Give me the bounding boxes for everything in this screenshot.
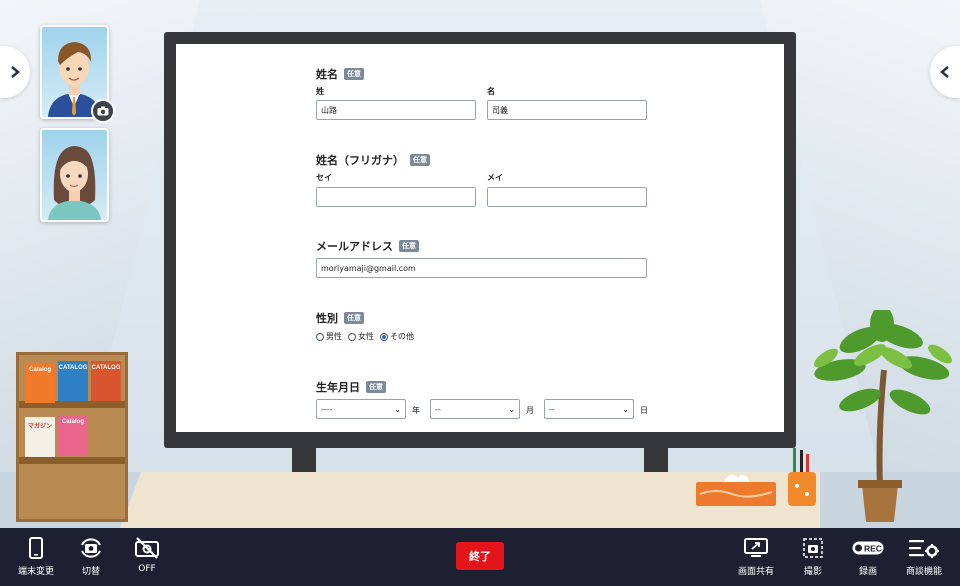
magazine-book: マガジン xyxy=(25,417,55,457)
first-name-kana-input[interactable] xyxy=(487,187,647,207)
bookshelf: Catalog CATALOG CATALOG マガジン Catalog xyxy=(16,352,128,522)
capture-label: 撮影 xyxy=(803,567,822,577)
menu-settings-icon xyxy=(909,536,939,560)
year-unit: 年 xyxy=(412,406,420,415)
switch-label: 切替 xyxy=(81,567,100,577)
screenshot-icon xyxy=(802,536,824,560)
potted-plant-icon xyxy=(814,310,952,522)
camera-switch-icon xyxy=(78,536,104,560)
catalog-book: Catalog xyxy=(58,415,88,455)
first-name-kana-label: メイ xyxy=(487,173,503,182)
day-unit: 日 xyxy=(640,406,648,415)
camera-off-label: OFF xyxy=(138,564,156,574)
monitor-stand-right xyxy=(644,448,668,472)
screen-share-label: 画面共有 xyxy=(738,567,775,577)
optional-badge: 任意 xyxy=(366,381,386,393)
select-value: ---- xyxy=(321,404,333,414)
gender-option-male[interactable]: 男性 xyxy=(316,331,342,342)
record-button[interactable]: REC 録画 xyxy=(852,536,884,577)
select-value: -- xyxy=(435,404,441,414)
name-section-title: 姓名 任意 xyxy=(316,66,364,82)
birth-day-select[interactable]: -- ⌄ xyxy=(544,399,634,419)
kana-title: 姓名（フリガナ） xyxy=(316,154,404,167)
virtual-room: 姓名 任意 姓 名 山路 司義 姓名（フリガナ） 任意 セイ メイ メールアドレ… xyxy=(0,0,960,528)
shared-screen-monitor: 姓名 任意 姓 名 山路 司義 姓名（フリガナ） 任意 セイ メイ メールアドレ… xyxy=(164,32,796,448)
last-name-label: 姓 xyxy=(316,87,324,96)
woman-avatar-icon xyxy=(48,146,101,220)
optional-badge: 任意 xyxy=(344,68,364,80)
camera-switch-button[interactable]: 切替 xyxy=(78,536,104,577)
name-title: 姓名 xyxy=(316,68,338,81)
gender-option-female[interactable]: 女性 xyxy=(348,331,374,342)
smartphone-icon xyxy=(29,536,43,560)
chevron-left-icon xyxy=(940,66,949,78)
end-call-button[interactable]: 終了 xyxy=(456,542,504,570)
last-name-kana-input[interactable] xyxy=(316,187,476,207)
select-value: -- xyxy=(549,404,555,414)
device-change-button[interactable]: 端末変更 xyxy=(18,536,54,577)
meeting-features-label: 商談機能 xyxy=(906,567,943,577)
record-label: 録画 xyxy=(858,567,877,577)
screen-share-icon xyxy=(744,536,768,560)
radio-label: 男性 xyxy=(326,332,342,341)
radio-label: その他 xyxy=(390,332,414,341)
chevron-down-icon: ⌄ xyxy=(622,404,629,414)
gender-title: 性別 xyxy=(316,312,338,325)
month-unit: 月 xyxy=(526,406,534,415)
optional-badge: 任意 xyxy=(410,154,430,166)
catalog-book: Catalog xyxy=(25,363,55,403)
catalog-book: CATALOG xyxy=(91,361,121,401)
first-name-input[interactable]: 司義 xyxy=(487,100,647,120)
radio-button[interactable] xyxy=(316,332,324,341)
monitor-stand-left xyxy=(292,448,316,472)
device-change-label: 端末変更 xyxy=(18,567,55,577)
shared-screen: 姓名 任意 姓 名 山路 司義 姓名（フリガナ） 任意 セイ メイ メールアドレ… xyxy=(176,44,784,432)
birth-month-select[interactable]: -- ⌄ xyxy=(430,399,520,419)
shelf-board xyxy=(19,457,125,464)
birth-year-select[interactable]: ---- ⌄ xyxy=(316,399,406,419)
optional-badge: 任意 xyxy=(399,240,419,252)
gender-option-other[interactable]: その他 xyxy=(380,331,414,342)
record-icon: REC xyxy=(852,536,884,560)
call-toolbar: 端末変更 切替 OFF 終了 画面共有 撮影 REC 録画 商談機能 xyxy=(0,528,960,586)
birthday-title: 生年月日 xyxy=(316,381,360,394)
capture-button[interactable]: 撮影 xyxy=(802,536,824,577)
chevron-right-icon xyxy=(11,66,20,78)
email-section-title: メールアドレス 任意 xyxy=(316,238,419,254)
chevron-down-icon: ⌄ xyxy=(508,404,515,414)
gender-section-title: 性別 任意 xyxy=(316,310,364,326)
optional-badge: 任意 xyxy=(344,312,364,324)
radio-button[interactable] xyxy=(348,332,356,341)
meeting-features-button[interactable]: 商談機能 xyxy=(906,536,942,577)
camera-icon xyxy=(97,106,109,116)
kana-section-title: 姓名（フリガナ） 任意 xyxy=(316,152,430,168)
camera-off-button[interactable]: OFF xyxy=(134,536,160,574)
svg-text:REC: REC xyxy=(864,544,882,554)
gender-radio-group: 男性 女性 その他 xyxy=(316,331,414,342)
last-name-kana-label: セイ xyxy=(316,173,332,182)
radio-button-selected[interactable] xyxy=(380,332,388,341)
first-name-label: 名 xyxy=(487,87,495,96)
birthday-section-title: 生年月日 任意 xyxy=(316,379,386,395)
email-input[interactable]: moriyamaji@gmail.com xyxy=(316,258,647,278)
avatar-camera-button[interactable] xyxy=(91,99,115,123)
participant-avatar-customer[interactable] xyxy=(40,128,109,222)
screen-share-button[interactable]: 画面共有 xyxy=(738,536,774,577)
chevron-down-icon: ⌄ xyxy=(394,404,401,414)
tissue-box-icon xyxy=(696,474,776,506)
camera-off-icon xyxy=(134,536,160,560)
last-name-input[interactable]: 山路 xyxy=(316,100,476,120)
radio-label: 女性 xyxy=(358,332,374,341)
catalog-book: CATALOG xyxy=(58,361,88,401)
email-title: メールアドレス xyxy=(316,240,393,253)
